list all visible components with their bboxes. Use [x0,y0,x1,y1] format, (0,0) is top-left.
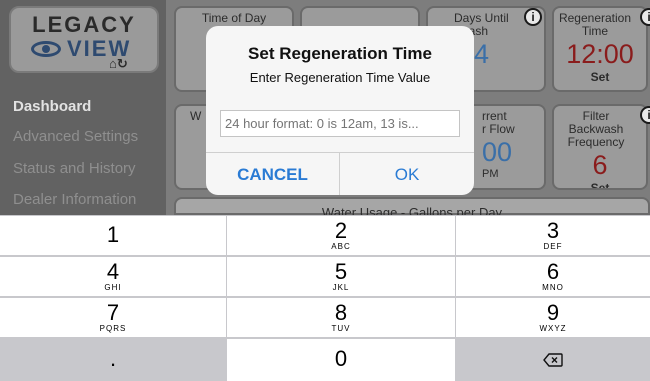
legacy-view-logo: LEGACY VIEW ⌂↻ [9,6,159,73]
water-usage-header: Water Usage - Gallons per Day [174,197,650,220]
key-letters: TUV [331,324,351,333]
key-1[interactable]: 1 [0,216,226,255]
key-6[interactable]: 6 MNO [456,257,650,296]
tile-title-line2: Frequency [567,135,625,149]
key-letters: ABC [331,242,351,251]
dialog-message: Enter Regeneration Time Value [249,70,431,85]
tile-title: Regeneration [558,11,632,25]
info-icon[interactable]: i [524,8,542,26]
key-digit: 6 [546,259,560,284]
regeneration-time-input[interactable] [220,110,460,137]
key-4[interactable]: 4 GHI [0,257,226,296]
logo-text-legacy: LEGACY [32,12,136,37]
home-refresh-icon: ⌂↻ [109,56,128,71]
key-letters: MNO [542,283,564,292]
eye-icon [31,41,61,57]
dialog-button-row: CANCEL OK [206,152,474,195]
key-digit: . [109,346,117,371]
tile-title: rrent [482,109,507,123]
cancel-button[interactable]: CANCEL [206,153,340,195]
key-letters: JKL [332,283,350,292]
tile-title: Days Until [454,11,509,25]
sidebar: LEGACY VIEW ⌂↻ Dashboard Advanced Settin… [0,0,166,215]
key-letters: WXYZ [539,324,567,333]
dialog-title: Set Regeneration Time [248,44,432,63]
key-digit: 7 [106,300,120,325]
sidebar-item-dashboard[interactable]: Dashboard [13,98,91,115]
key-delete[interactable] [456,339,650,381]
key-letters: GHI [104,283,122,292]
backspace-icon [543,353,563,367]
tile-filter-backwash[interactable]: Filter Backwash Frequency 6 Set [552,104,648,190]
key-0[interactable]: 0 [227,339,455,381]
set-button[interactable]: Set [554,70,646,84]
key-digit: 5 [334,259,348,284]
numeric-keypad: 1 2 ABC 3 DEF 4 GHI 5 JKL 6 MNO 7 PQRS 8… [0,215,650,381]
sidebar-item-dealer-information[interactable]: Dealer Information [13,191,136,208]
tile-value: 6 [592,150,608,180]
key-7[interactable]: 7 PQRS [0,298,226,337]
key-digit: 2 [334,218,348,243]
key-5[interactable]: 5 JKL [227,257,455,296]
sidebar-item-status-history[interactable]: Status and History [13,160,136,177]
key-digit: 4 [106,259,120,284]
key-digit: 8 [334,300,348,325]
key-digit: 9 [546,300,560,325]
sidebar-item-advanced-settings[interactable]: Advanced Settings [13,128,138,145]
key-3[interactable]: 3 DEF [456,216,650,255]
tile-value: 12:00 [566,39,634,69]
tile-title-line2: Time [581,24,609,38]
key-decimal[interactable]: . [0,339,226,381]
tile-title: Filter Backwash [568,109,624,136]
key-digit: 3 [546,218,560,243]
tile-title: Time of Day [201,11,267,25]
set-regeneration-time-dialog: Set Regeneration Time Enter Regeneration… [206,26,474,195]
key-9[interactable]: 9 WXYZ [456,298,650,337]
set-button[interactable]: Set [554,181,646,188]
key-8[interactable]: 8 TUV [227,298,455,337]
key-2[interactable]: 2 ABC [227,216,455,255]
tile-title-line2: r Flow [482,122,515,136]
key-letters: DEF [543,242,563,251]
tile-regeneration-time[interactable]: Regeneration Time 12:00 Set [552,6,648,92]
key-letters: PQRS [99,324,127,333]
key-digit: 1 [106,222,120,247]
key-digit: 0 [334,346,348,371]
ok-button[interactable]: OK [340,153,474,195]
